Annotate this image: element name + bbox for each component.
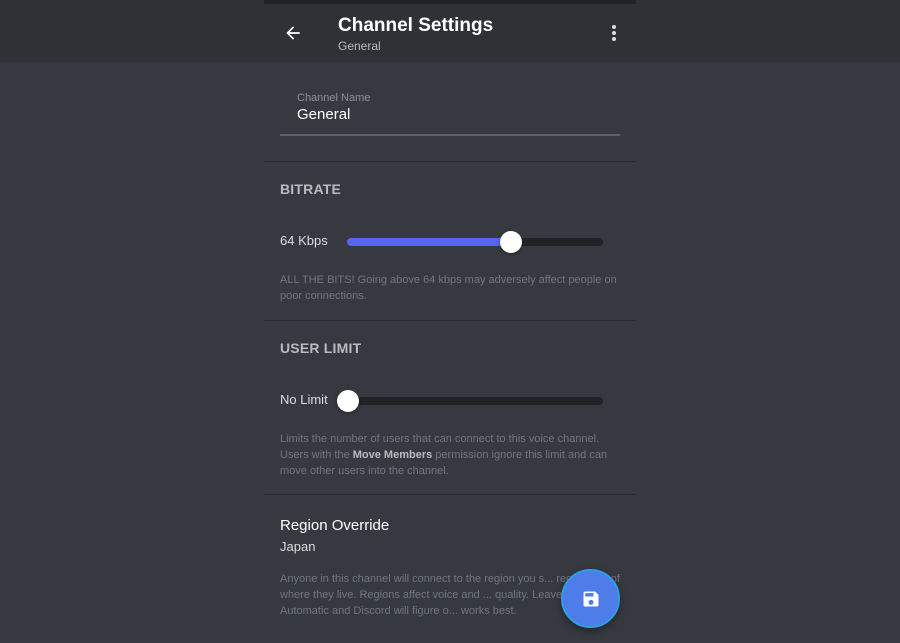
- bitrate-slider[interactable]: [347, 231, 603, 253]
- header-top-bar: [264, 0, 636, 4]
- save-button[interactable]: [561, 569, 620, 628]
- bitrate-slider-thumb[interactable]: [500, 231, 522, 253]
- user-limit-slider[interactable]: [337, 390, 603, 412]
- vertical-ellipsis-icon: [612, 25, 616, 41]
- arrow-left-icon: [286, 26, 300, 40]
- app-header: Channel Settings General: [0, 0, 900, 62]
- region-override-value: Japan: [280, 539, 316, 554]
- section-divider: [264, 161, 636, 162]
- section-divider: [264, 320, 636, 321]
- bitrate-slider-fill: [347, 238, 511, 246]
- move-members-permission: Move Members: [352, 449, 433, 461]
- bitrate-help-text: ALL THE BITS! Going above 64 kbps may ad…: [280, 274, 617, 302]
- back-button[interactable]: [278, 18, 308, 48]
- region-override-row[interactable]: Region Override Japan: [264, 508, 636, 558]
- bitrate-value-label: 64 Kbps: [280, 233, 328, 248]
- bitrate-title: BITRATE: [280, 181, 342, 197]
- channel-name-label: Channel Name: [297, 92, 371, 104]
- page-title: Channel Settings: [338, 15, 494, 36]
- region-override-title: Region Override: [280, 517, 390, 534]
- section-divider: [264, 494, 636, 495]
- floppy-disk-icon: [583, 591, 598, 606]
- channel-name-input[interactable]: [297, 106, 617, 123]
- page-subtitle: General: [338, 39, 381, 53]
- more-options-button[interactable]: [600, 18, 628, 48]
- channel-name-field: Channel Name: [280, 84, 620, 136]
- user-limit-help-text: Limits the number of users that can conn…: [280, 431, 625, 479]
- user-limit-title: USER LIMIT: [280, 340, 362, 356]
- user-limit-value-label: No Limit: [280, 392, 328, 407]
- user-limit-slider-thumb[interactable]: [337, 390, 359, 412]
